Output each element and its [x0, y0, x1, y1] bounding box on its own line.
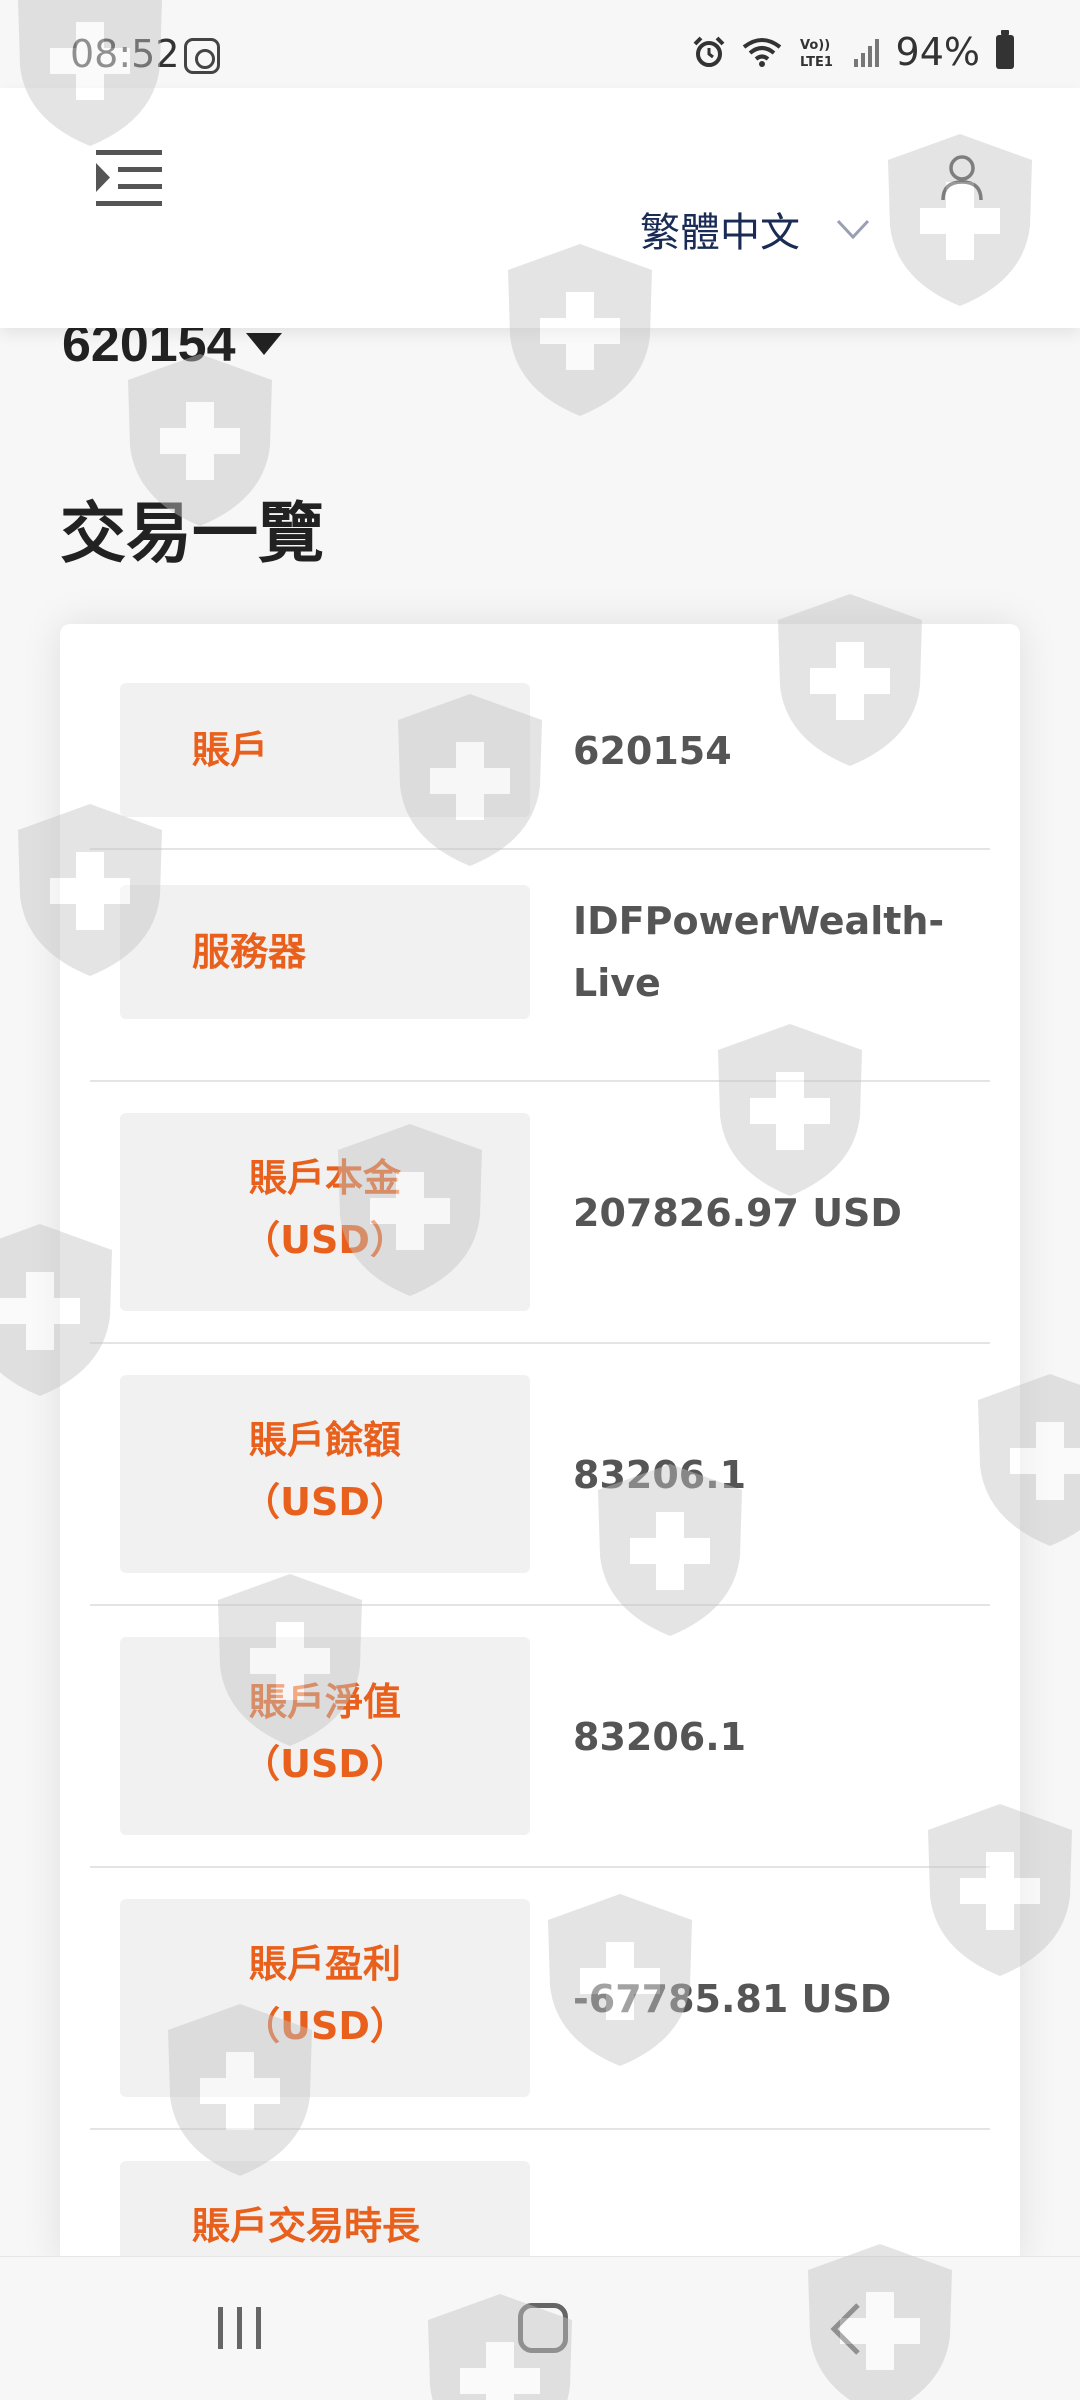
language-select[interactable]: 繁體中文 [640, 200, 870, 258]
user-icon[interactable] [940, 154, 984, 202]
summary-row-server: 服務器 IDFPowerWealth-Live [90, 850, 990, 1082]
notification-app-icon [184, 38, 220, 74]
row-label: 賬戶 [192, 728, 269, 772]
row-label-box: 賬戶 [120, 683, 530, 817]
row-value: 83206.1 [573, 1453, 747, 1497]
row-label: 服務器 [192, 930, 307, 974]
row-label-box: 賬戶淨值 （USD） [120, 1637, 530, 1835]
battery-percent: 94% [895, 30, 980, 74]
screen: 08:52 Vo)) LTE1 94% 繁體中文 620154 交易一覽 賬戶 … [0, 0, 1080, 2400]
system-nav-bar [0, 2256, 1080, 2400]
row-label: 賬戶盈利 [248, 1942, 401, 1986]
back-icon[interactable] [828, 2301, 862, 2357]
row-value: -67785.81 USD [573, 1977, 892, 2021]
svg-text:Vo)): Vo)) [800, 38, 830, 53]
volte-icon: Vo)) LTE1 [800, 38, 833, 69]
row-label: 賬戶餘額 [248, 1418, 401, 1462]
summary-row-balance: 賬戶餘額 （USD） 83206.1 [90, 1344, 990, 1606]
row-label-unit: （USD） [242, 2004, 408, 2048]
status-bar: 08:52 Vo)) LTE1 94% [0, 0, 1080, 88]
summary-row-equity: 賬戶淨值 （USD） 83206.1 [90, 1606, 990, 1868]
row-value: IDFPowerWealth-Live [573, 899, 945, 1005]
row-label-unit: （USD） [242, 1480, 408, 1524]
summary-row-trade-duration: 賬戶交易時長 [90, 2130, 990, 2264]
svg-text:LTE1: LTE1 [800, 55, 833, 69]
recent-apps-icon[interactable] [216, 2305, 264, 2351]
signal-icon [853, 39, 879, 67]
language-label: 繁體中文 [640, 210, 800, 256]
wifi-icon [742, 38, 781, 67]
row-label: 賬戶淨值 [248, 1680, 401, 1724]
status-time: 08:52 [70, 32, 180, 76]
row-value: 207826.97 USD [573, 1191, 902, 1235]
row-value: 83206.1 [573, 1715, 747, 1759]
row-label-box: 賬戶交易時長 [120, 2161, 530, 2264]
app-header: 繁體中文 [0, 88, 1080, 328]
summary-row-profit: 賬戶盈利 （USD） -67785.81 USD [90, 1868, 990, 2130]
row-label-box: 服務器 [120, 885, 530, 1019]
row-label-box: 賬戶餘額 （USD） [120, 1375, 530, 1573]
alarm-icon [693, 36, 724, 67]
row-label-unit: （USD） [242, 1218, 408, 1262]
account-summary-card: 賬戶 620154 服務器 IDFPowerWealth-Live 賬戶本金 （… [60, 624, 1020, 2264]
row-label-box: 賬戶盈利 （USD） [120, 1899, 530, 2097]
home-icon[interactable] [518, 2303, 568, 2353]
row-label: 賬戶交易時長 [192, 2204, 421, 2248]
status-icons: Vo)) LTE1 94% [692, 30, 1014, 74]
battery-icon [996, 30, 1014, 69]
menu-icon[interactable] [96, 148, 162, 208]
caret-down-icon [245, 333, 282, 355]
row-label: 賬戶本金 [248, 1156, 401, 1200]
row-label-box: 賬戶本金 （USD） [120, 1113, 530, 1311]
chevron-down-icon [836, 219, 870, 240]
row-label-unit: （USD） [242, 1742, 408, 1786]
page-title: 交易一覽 [60, 495, 324, 572]
row-value: 620154 [573, 729, 732, 773]
summary-row-account: 賬戶 620154 [90, 624, 990, 850]
summary-row-principal: 賬戶本金 （USD） 207826.97 USD [90, 1082, 990, 1344]
